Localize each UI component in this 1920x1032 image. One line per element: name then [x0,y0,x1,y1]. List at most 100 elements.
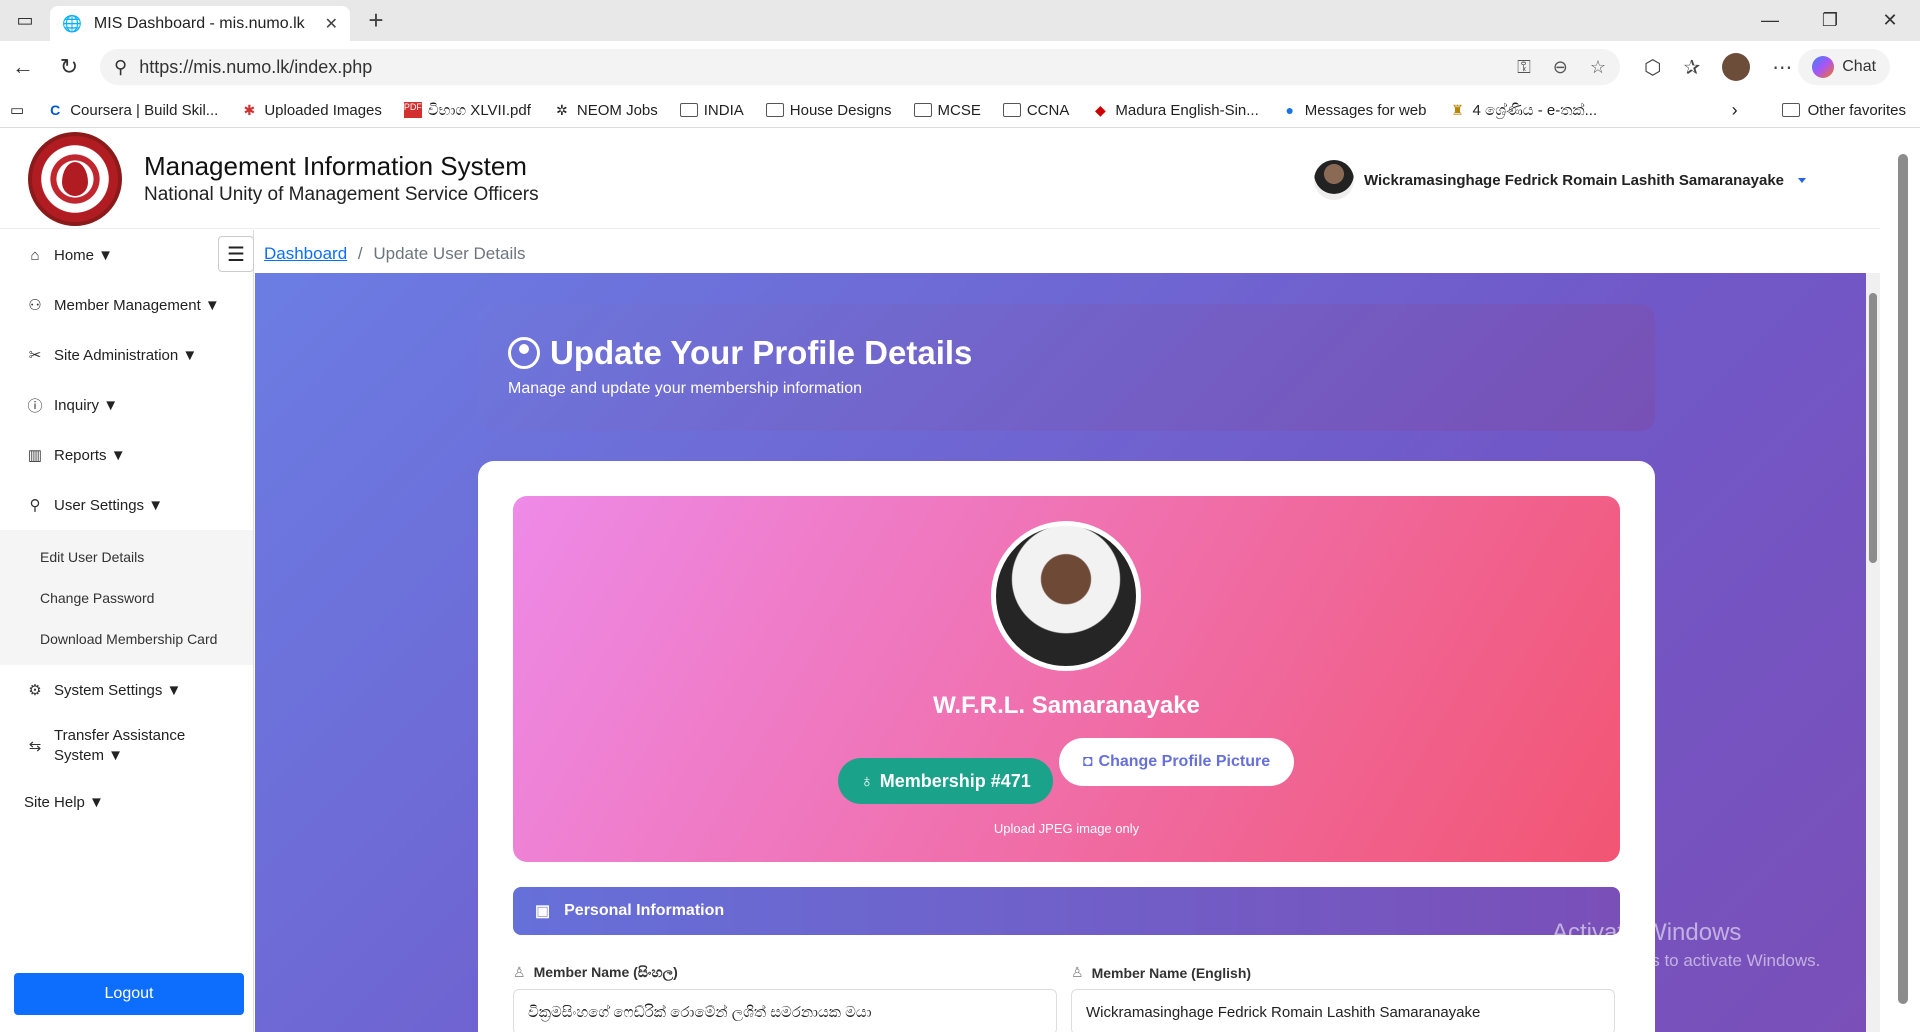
fav-coursera[interactable]: C Coursera | Build Skil... [46,102,218,119]
membership-badge: ♁ Membership #471 [838,758,1053,804]
tab-actions-icon[interactable]: ▭ [0,0,50,41]
page-scrollbar[interactable] [1880,129,1920,1032]
back-icon[interactable]: ← [0,54,46,80]
profile-avatar[interactable] [1722,53,1751,81]
images-icon: ✱ [243,102,256,118]
browser-tab[interactable]: 🌐 MIS Dashboard - mis.numo.lk ✕ [50,6,350,41]
user-avatar [1313,160,1354,200]
question-icon: ⓘ [27,397,43,415]
sidebar-item-site-help[interactable]: Site Help ▼ [0,777,253,827]
caret-down-icon [1798,177,1806,183]
fav-e-thaksalawa[interactable]: ♜ 4 ශ්‍රේණිය - e-තක්... [1449,102,1597,119]
emblem-icon: ♜ [1451,102,1464,118]
globe-icon: 🌐 [62,15,82,33]
chat-button[interactable]: Chat [1798,49,1891,85]
submenu-edit-user-details[interactable]: Edit User Details [0,536,253,577]
menu-toggle-icon[interactable]: ☰ [218,236,254,272]
more-icon[interactable]: ⋯ [1772,55,1792,80]
restore-icon[interactable]: ❐ [1800,0,1860,41]
other-favorites[interactable]: Other favorites [1808,102,1906,119]
profile-name: W.F.R.L. Samaranayake [933,692,1200,719]
address-bar-row: ← ↻ ⚲ https://mis.numo.lk/index.php ⚿ ⊖ … [0,41,1920,93]
transfer-icon: ⇆ [28,738,42,755]
sidebar-item-inquiry[interactable]: ⓘ Inquiry ▼ [0,380,253,430]
fav-messages[interactable]: ● Messages for web [1281,102,1427,119]
sidebar-item-reports[interactable]: ▥ Reports ▼ [0,430,253,480]
close-window-icon[interactable]: ✕ [1860,0,1920,41]
app-title: Management Information System [144,151,527,181]
app-header: Management Information System National U… [0,129,1880,229]
sidebar-item-system-settings[interactable]: ⚙ System Settings ▼ [0,665,253,715]
fav-house-designs[interactable]: House Designs [765,102,892,119]
user-settings-submenu: Edit User Details Change Password Downlo… [0,530,253,665]
sidebar-item-user-settings[interactable]: ⚲ User Settings ▼ [0,480,253,530]
coursera-icon: C [50,102,61,118]
site-info-icon[interactable]: ⚲ [114,57,127,78]
fav-uploaded-images[interactable]: ✱ Uploaded Images [240,102,381,119]
user-menu[interactable]: Wickramasinghage Fedrick Romain Lashith … [1313,160,1806,200]
page-header-card: Update Your Profile Details Manage and u… [478,304,1655,431]
change-profile-picture-button[interactable]: ◘ Change Profile Picture [1059,738,1294,786]
folder-icon [913,103,932,117]
tab-title: MIS Dashboard - mis.numo.lk [93,14,305,32]
folder-icon [1002,103,1021,117]
breadcrumb-bar: ☰ Dashboard / Update User Details [218,235,1888,273]
home-icon: ⌂ [30,246,40,264]
chart-icon: ▥ [27,447,43,464]
submenu-change-password[interactable]: Change Password [0,577,253,618]
new-tab-button[interactable]: + [356,5,396,36]
browser-tab-bar: ▭ 🌐 MIS Dashboard - mis.numo.lk ✕ + — ❐ … [0,0,1920,41]
folder-icon [1781,103,1800,117]
url-field[interactable]: ⚲ https://mis.numo.lk/index.php ⚿ ⊖ ☆ [100,49,1620,85]
fav-madura[interactable]: ◆ Madura English-Sin... [1091,102,1259,119]
breadcrumb: Dashboard / Update User Details [264,244,526,264]
fav-pdf[interactable]: PDF විභාග XLVII.pdf [403,102,531,119]
member-name-si-label: ♙ Member Name (සිංහල) [513,964,678,980]
sidebar-item-home[interactable]: ⌂ Home ▼ [0,230,253,280]
user-name: Wickramasinghage Fedrick Romain Lashith … [1363,171,1784,189]
page-title: Update Your Profile Details [550,334,973,371]
password-key-icon[interactable]: ⚿ [1517,57,1531,78]
profile-form-card: W.F.R.L. Samaranayake ♁ Membership #471 … [478,461,1655,1032]
profile-photo [991,521,1141,671]
zoom-icon[interactable]: ⊖ [1553,57,1568,78]
folder-icon [679,103,698,117]
url-text: https://mis.numo.lk/index.php [139,56,373,77]
organization-logo [28,131,122,226]
member-name-en-label: ♙ Member Name (English) [1071,964,1252,981]
sidebar: ⌂ Home ▼ ⚇ Member Management ▼ ✂ Site Admin… [0,230,254,1032]
upload-hint: Upload JPEG image only [993,821,1140,836]
content-scrollbar[interactable] [1866,273,1880,1032]
fav-neom-jobs[interactable]: ✲ NEOM Jobs [553,102,658,119]
tools-icon: ✂ [28,347,42,364]
sidebar-item-site-administration[interactable]: ✂ Site Administration ▼ [0,330,253,380]
gear-icon: ⚙ [28,682,42,699]
fav-india[interactable]: INDIA [679,102,744,119]
breadcrumb-dashboard-link[interactable]: Dashboard [264,244,347,263]
sidebar-item-member-management[interactable]: ⚇ Member Management ▼ [0,280,253,330]
chevron-right-icon[interactable]: › [1732,100,1738,121]
camera-icon: ◘ [1082,753,1093,770]
favorites-icon[interactable]: ✰ [1683,55,1700,80]
reading-list-icon[interactable]: ▭ [10,101,24,119]
person-icon: ♙ [513,964,526,980]
favorites-bar: ▭ C Coursera | Build Skil... ✱ Uploaded Im… [0,93,1920,128]
user-circle-icon [508,337,540,369]
sidebar-item-transfer-assistance[interactable]: ⇆ Transfer Assistance System ▼ [0,715,253,777]
submenu-download-membership-card[interactable]: Download Membership Card [0,618,253,659]
app-page: Management Information System National U… [0,129,1920,1032]
extensions-icon[interactable]: ⬡ [1644,55,1661,80]
member-name-si-input[interactable]: වික්‍රමසිංහගේ ෆෙඩ්රික් රොමේන් ලශිත් සමරන… [513,989,1057,1032]
activate-windows-watermark: Activate Windows Go to Settings to activ… [1552,919,1821,970]
minimize-icon[interactable]: — [1740,0,1800,41]
member-name-en-input[interactable]: Wickramasinghage Fedrick Romain Lashith … [1071,989,1615,1032]
fav-mcse[interactable]: MCSE [913,102,981,119]
refresh-icon[interactable]: ↻ [46,54,92,80]
favorite-star-icon[interactable]: ☆ [1590,57,1606,78]
chat-label: Chat [1842,58,1877,75]
users-icon: ⚇ [28,297,42,314]
close-tab-icon[interactable]: ✕ [325,14,338,34]
fav-ccna[interactable]: CCNA [1002,102,1069,119]
folder-icon [765,103,784,117]
logout-button[interactable]: Logout [14,973,244,1015]
